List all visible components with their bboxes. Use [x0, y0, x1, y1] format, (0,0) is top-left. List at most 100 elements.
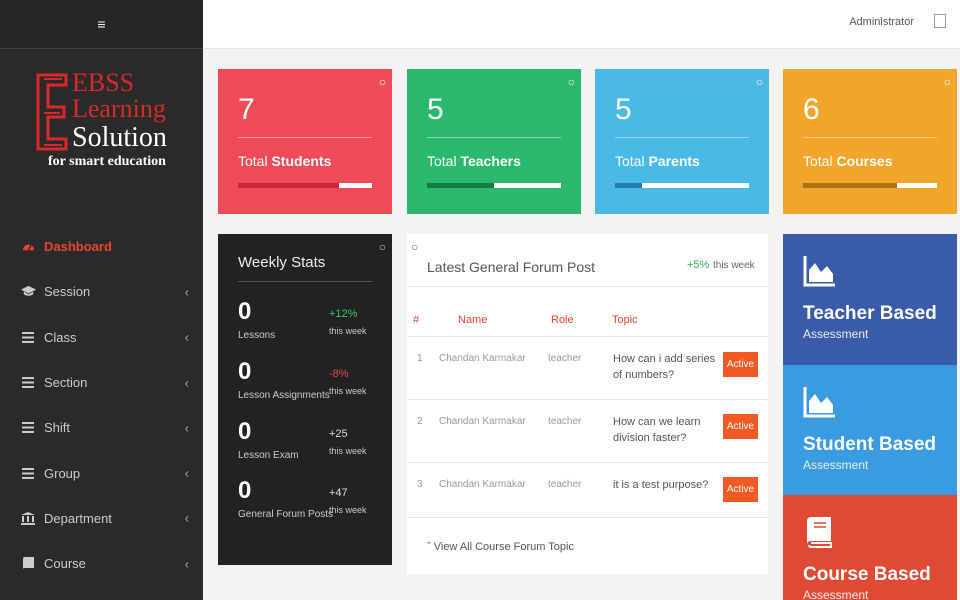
stat-value: 5	[615, 93, 632, 126]
sidebar-item-label: Course	[44, 556, 86, 572]
sidebar-item-section[interactable]: Section ‹	[0, 360, 203, 405]
panel-title: Weekly Stats	[238, 254, 326, 271]
forum-panel: ○ Latest General Forum Post +5% this wee…	[407, 234, 768, 574]
sidebar-item-label: Shift	[44, 420, 71, 436]
progress-fill	[803, 183, 897, 188]
circle-icon: ○	[943, 75, 951, 89]
sidebar-item-department[interactable]: Department ‹	[0, 496, 203, 541]
sidebar-item-course[interactable]: Course ‹	[0, 541, 203, 586]
forum-change: +5%	[687, 259, 710, 271]
column-header-role: Role	[551, 314, 574, 326]
circle-icon: ○	[755, 75, 763, 89]
row-topic[interactable]: How can i add series of numbers?	[613, 351, 723, 383]
teacher-assessment-panel[interactable]: Teacher Based Assessment	[783, 234, 957, 365]
sidebar-item-label: Class	[44, 329, 77, 345]
stat-change: +47	[329, 487, 348, 499]
avatar[interactable]	[934, 14, 946, 28]
progress-bar	[238, 183, 372, 188]
stat-card-teachers[interactable]: ○ 5 Total Teachers	[407, 69, 581, 214]
assessment-subtitle: Assessment	[803, 458, 869, 472]
row-role: teacher	[548, 416, 582, 427]
book-icon	[20, 556, 36, 572]
graduation-cap-icon	[20, 284, 36, 300]
sidebar-item-dashboard[interactable]: Dashboard	[0, 224, 203, 269]
stat-label: Total Students	[238, 153, 331, 169]
row-name: Chandan Karmakar	[439, 416, 526, 427]
column-header-name: Name	[458, 314, 488, 326]
chevron-left-icon: ‹	[184, 375, 189, 391]
divider	[238, 281, 372, 282]
area-chart-icon	[803, 387, 835, 418]
stat-value: 5	[427, 93, 444, 126]
circle-icon: ○	[411, 240, 419, 254]
assessment-subtitle: Assessment	[803, 588, 869, 600]
table-row[interactable]: 3 Chandan Karmakar teacher it is a test …	[407, 463, 768, 525]
column-header-number: #	[413, 314, 420, 326]
row-number: 1	[417, 353, 423, 364]
chevron-left-icon: ‹	[184, 556, 189, 572]
view-all-link[interactable]: ˇ View All Course Forum Topic	[427, 541, 574, 553]
sidebar-item-session[interactable]: Session ‹	[0, 269, 203, 314]
student-assessment-panel[interactable]: Student Based Assessment	[783, 365, 957, 495]
user-menu[interactable]: Administrator	[849, 16, 914, 28]
stat-period: this week	[329, 505, 367, 515]
sidebar-item-label: Dashboard	[44, 239, 112, 255]
circle-icon: ○	[378, 75, 386, 89]
sidebar-item-group[interactable]: Group ‹	[0, 450, 203, 495]
stat-prefix: Total	[803, 153, 833, 169]
stat-value: 6	[803, 93, 820, 126]
sidebar-item-shift[interactable]: Shift ‹	[0, 405, 203, 450]
course-assessment-panel[interactable]: Course Based Assessment	[783, 495, 957, 600]
progress-fill	[238, 183, 339, 188]
divider	[407, 286, 768, 287]
row-topic[interactable]: How can we learn division faster?	[613, 414, 723, 446]
sidebar: ≡ EBSS Learning Solution for smart educa…	[0, 0, 203, 600]
divider	[427, 137, 561, 138]
stat-prefix: Total	[427, 153, 457, 169]
chevron-left-icon: ‹	[184, 329, 189, 345]
divider	[803, 137, 937, 138]
sidebar-item-label: Department	[44, 510, 112, 526]
sidebar-item-class[interactable]: Class ‹	[0, 315, 203, 360]
list-icon	[20, 465, 36, 481]
stat-prefix: Total	[238, 153, 268, 169]
stat-caption: Lesson Assignments	[238, 390, 330, 401]
status-badge[interactable]: Active	[723, 352, 758, 377]
view-all-label: View All Course Forum Topic	[433, 541, 574, 553]
row-topic[interactable]: it is a test purpose?	[613, 477, 723, 493]
menu-toggle-icon[interactable]: ≡	[97, 16, 105, 32]
stat-caption: Lessons	[238, 330, 276, 341]
stat-card-students[interactable]: ○ 7 Total Students	[218, 69, 392, 214]
stat-card-courses[interactable]: ○ 6 Total Courses	[783, 69, 957, 214]
sidebar-item-label: Session	[44, 284, 91, 300]
stat-period: this week	[329, 446, 367, 456]
sidebar-nav: Dashboard Session ‹ Class ‹ Section ‹ Sh…	[0, 224, 203, 586]
sidebar-item-label: Group	[44, 465, 81, 481]
row-name: Chandan Karmakar	[439, 479, 526, 490]
table-row[interactable]: 2 Chandan Karmakar teacher How can we le…	[407, 400, 768, 462]
circle-icon: ○	[567, 75, 575, 89]
status-badge[interactable]: Active	[723, 477, 758, 502]
weekly-stat-row: 0 Lesson Assignments -8% this week	[238, 358, 372, 401]
column-header-topic: Topic	[612, 314, 638, 326]
assessment-title: Teacher Based	[803, 303, 937, 324]
stat-name: Courses	[836, 153, 893, 169]
stat-label: Total Teachers	[427, 153, 521, 169]
area-chart-icon	[803, 256, 835, 287]
list-icon	[20, 375, 36, 391]
table-row[interactable]: 1 Chandan Karmakar teacher How can i add…	[407, 337, 768, 399]
weekly-stats-panel: ○ Weekly Stats 0 Lessons +12% this week …	[218, 234, 392, 565]
assessment-title: Course Based	[803, 564, 931, 585]
stat-card-parents[interactable]: ○ 5 Total Parents	[595, 69, 769, 214]
status-badge[interactable]: Active	[723, 414, 758, 439]
chevron-left-icon: ‹	[184, 510, 189, 526]
stat-name: Teachers	[460, 153, 521, 169]
circle-icon: ○	[378, 240, 386, 254]
logo-e-icon	[36, 73, 68, 151]
progress-bar	[427, 183, 561, 188]
stat-value: 7	[238, 93, 255, 126]
progress-bar	[803, 183, 937, 188]
institution-icon	[20, 510, 36, 526]
sidebar-header: ≡	[0, 0, 203, 49]
progress-bar	[615, 183, 749, 188]
